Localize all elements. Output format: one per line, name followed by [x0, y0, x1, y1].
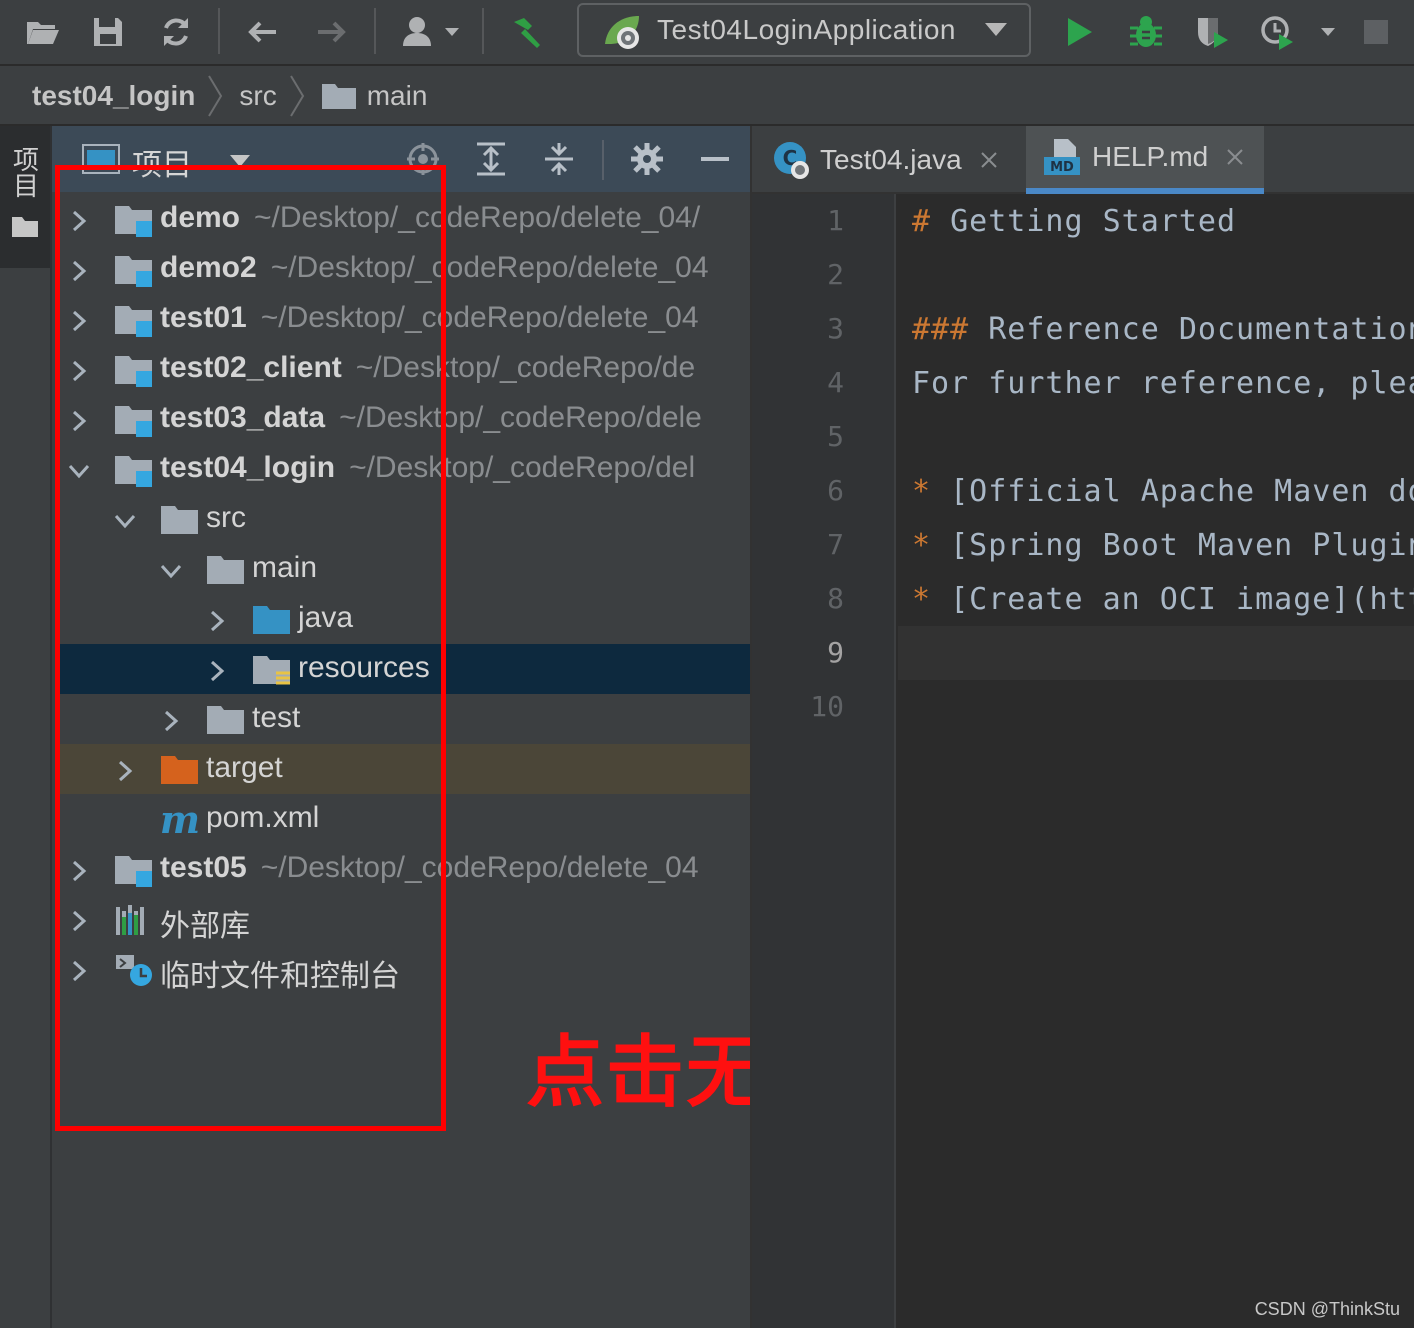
close-icon[interactable] [980, 151, 998, 169]
code-text: [Spring Boot Maven Plugin R [931, 528, 1414, 563]
code-line: ### Reference Documentation [912, 312, 1414, 347]
run-icon[interactable] [1056, 10, 1100, 54]
minimize-icon[interactable] [694, 138, 736, 180]
code-area[interactable]: # Getting Started ### Reference Documenta… [898, 194, 1414, 1328]
code-line: * [Create an OCI image](https [912, 582, 1414, 617]
collapse-all-icon[interactable] [538, 138, 580, 180]
spring-boot-icon [605, 16, 639, 49]
open-folder-icon[interactable] [20, 10, 64, 54]
line-number: 5 [827, 420, 844, 453]
markdown-marker: * [912, 582, 932, 617]
tab-label: HELP.md [1092, 141, 1209, 172]
markdown-marker: ### [912, 312, 970, 347]
code-text: Reference Documentation [969, 312, 1414, 347]
svg-text:MD: MD [1050, 160, 1074, 175]
run-configuration-label: Test04LoginApplication [657, 14, 956, 45]
stop-icon[interactable] [1354, 10, 1398, 54]
breadcrumb: test04_login src main [0, 68, 1414, 126]
line-number: 6 [827, 474, 844, 507]
back-arrow-icon[interactable] [240, 10, 284, 54]
build-hammer-icon[interactable] [504, 10, 548, 54]
breadcrumb-src[interactable]: src [239, 80, 276, 112]
breadcrumb-main[interactable]: main [367, 80, 428, 112]
folder-icon [12, 217, 38, 237]
markdown-marker: * [912, 474, 932, 509]
current-line-highlight [898, 626, 1414, 680]
line-number: 9 [827, 636, 844, 669]
main-toolbar: Test04LoginApplication [0, 0, 1414, 66]
debug-bug-icon[interactable] [1124, 10, 1168, 54]
annotation-highlight-box [55, 165, 446, 1131]
breadcrumb-separator-icon [289, 75, 304, 117]
breadcrumb-project[interactable]: test04_login [32, 80, 195, 112]
java-class-icon: C [774, 142, 809, 179]
close-icon[interactable] [1226, 148, 1244, 166]
line-number: 10 [810, 690, 844, 723]
tool-window-strip: 项目 [0, 126, 52, 1328]
line-number: 4 [827, 366, 844, 399]
line-number: 8 [827, 582, 844, 615]
code-line: For further reference, please [912, 366, 1414, 401]
profiler-dropdown-icon[interactable] [1254, 10, 1344, 54]
forward-arrow-icon[interactable] [310, 10, 354, 54]
watermark: CSDN @ThinkStu [1254, 1299, 1400, 1319]
code-text: [Create an OCI image](https [931, 582, 1414, 617]
line-number-gutter: 1 2 3 4 5 6 7 8 9 10 [752, 194, 896, 1328]
code-text: Getting Started [931, 204, 1237, 239]
markdown-marker: # [912, 204, 932, 239]
project-tool-window-tab[interactable]: 项目 [0, 126, 50, 268]
line-number: 7 [827, 528, 844, 561]
user-dropdown-icon[interactable] [396, 10, 466, 54]
sync-icon[interactable] [154, 10, 198, 54]
line-number: 3 [827, 312, 844, 345]
line-number: 2 [827, 258, 844, 291]
run-configuration-selector[interactable]: Test04LoginApplication [577, 3, 1031, 57]
save-icon[interactable] [86, 10, 130, 54]
coverage-shield-icon[interactable] [1190, 10, 1234, 54]
editor-tab-bar: C Test04.java MD HELP.md [752, 126, 1414, 194]
code-line: # Getting Started [912, 204, 1236, 239]
markdown-icon: MD [1044, 139, 1080, 175]
editor: C Test04.java MD HELP.md 1 2 3 4 5 6 7 8 9 10 # G… [750, 126, 1414, 1328]
code-text: For further reference, please [912, 366, 1414, 401]
gear-icon[interactable] [626, 138, 668, 180]
markdown-marker: * [912, 528, 932, 563]
folder-icon [321, 84, 356, 109]
chevron-down-icon [985, 23, 1007, 36]
project-tab-label: 项目 [9, 146, 40, 198]
breadcrumb-separator-icon [208, 75, 223, 117]
tab-label: Test04.java [820, 144, 962, 175]
code-text: [Official Apache Maven docu [931, 474, 1414, 509]
tab-test04-java[interactable]: C Test04.java [770, 126, 1026, 194]
code-line: * [Official Apache Maven docu [912, 474, 1414, 509]
line-number: 1 [827, 204, 844, 237]
tab-help-md[interactable]: MD HELP.md [1026, 126, 1264, 194]
code-line: * [Spring Boot Maven Plugin R [912, 528, 1414, 563]
expand-all-icon[interactable] [470, 138, 512, 180]
